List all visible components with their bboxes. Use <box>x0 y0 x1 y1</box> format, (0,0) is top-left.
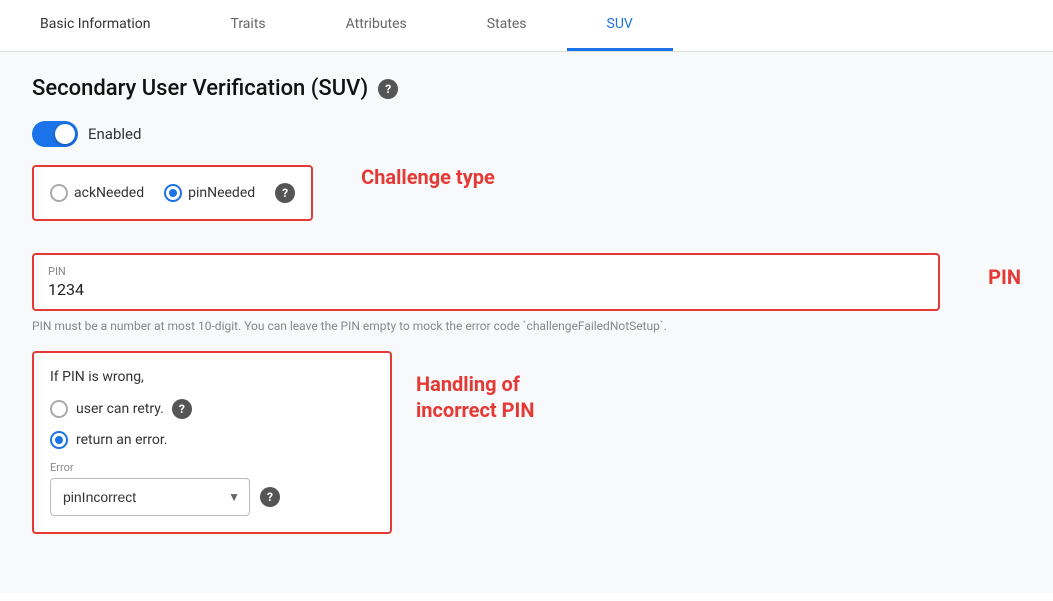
error-dropdown-select[interactable]: pinIncorrect pinLocked challengeFailed <box>50 478 250 516</box>
enabled-toggle[interactable] <box>32 121 78 147</box>
incorrect-pin-title: If PIN is wrong, <box>50 369 374 385</box>
challenge-type-radio-group: ackNeeded pinNeeded ? <box>50 183 295 203</box>
radio-pinneeded-circle <box>164 184 182 202</box>
error-dropdown-group: Error pinIncorrect pinLocked challengeFa… <box>50 461 374 516</box>
retry-radio-circle <box>50 400 68 418</box>
tab-suv[interactable]: SUV <box>567 0 673 51</box>
enabled-label: Enabled <box>88 125 141 143</box>
pin-hint: PIN must be a number at most 10-digit. Y… <box>32 317 940 335</box>
pin-input-container[interactable]: PIN 1234 <box>32 253 940 311</box>
radio-pinneeded-label: pinNeeded <box>188 185 255 201</box>
challenge-type-help-icon[interactable]: ? <box>275 183 295 203</box>
incorrect-pin-row: If PIN is wrong, user can retry. ? retur… <box>32 351 1021 534</box>
radio-ackneeded[interactable]: ackNeeded <box>50 184 144 202</box>
page-title-row: Secondary User Verification (SUV) ? <box>32 76 1021 101</box>
challenge-type-box: ackNeeded pinNeeded ? <box>32 165 313 221</box>
radio-ackneeded-label: ackNeeded <box>74 185 144 201</box>
challenge-type-annotation: Challenge type <box>361 165 495 189</box>
return-error-radio-circle <box>50 431 68 449</box>
tab-attributes[interactable]: Attributes <box>306 0 447 51</box>
pin-input-inner: PIN 1234 <box>48 265 84 299</box>
return-error-radio-label: return an error. <box>76 432 167 448</box>
pin-section-wrapper: PIN 1234 PIN must be a number at most 10… <box>32 253 940 351</box>
main-content: Secondary User Verification (SUV) ? Enab… <box>0 52 1053 593</box>
tab-basic-information[interactable]: Basic Information <box>0 0 191 51</box>
challenge-type-row: ackNeeded pinNeeded ? Challenge type <box>32 165 1021 237</box>
tab-states[interactable]: States <box>447 0 567 51</box>
title-help-icon[interactable]: ? <box>378 79 398 99</box>
retry-help-icon[interactable]: ? <box>172 399 192 419</box>
error-dropdown-row: pinIncorrect pinLocked challengeFailed ▼… <box>50 478 374 516</box>
error-dropdown-label: Error <box>50 461 374 474</box>
tab-bar: Basic Information Traits Attributes Stat… <box>0 0 1053 52</box>
pin-label: PIN <box>48 265 84 278</box>
pin-annotation: PIN <box>988 253 1021 289</box>
retry-radio-row[interactable]: user can retry. ? <box>50 399 374 419</box>
radio-ackneeded-circle <box>50 184 68 202</box>
return-error-radio-row[interactable]: return an error. <box>50 431 374 449</box>
retry-radio-label: user can retry. <box>76 401 164 417</box>
page-title: Secondary User Verification (SUV) <box>32 76 368 101</box>
incorrect-pin-annotation-wrapper: Handling ofincorrect PIN <box>416 351 535 423</box>
incorrect-pin-box: If PIN is wrong, user can retry. ? retur… <box>32 351 392 534</box>
pin-section-row: PIN 1234 PIN must be a number at most 10… <box>32 253 1021 351</box>
pin-value[interactable]: 1234 <box>48 280 84 299</box>
radio-pinneeded[interactable]: pinNeeded <box>164 184 255 202</box>
tab-traits[interactable]: Traits <box>191 0 306 51</box>
error-dropdown-wrapper: pinIncorrect pinLocked challengeFailed ▼ <box>50 478 250 516</box>
incorrect-pin-annotation: Handling ofincorrect PIN <box>416 371 535 423</box>
error-dropdown-help-icon[interactable]: ? <box>260 487 280 507</box>
enabled-toggle-row: Enabled <box>32 121 1021 147</box>
